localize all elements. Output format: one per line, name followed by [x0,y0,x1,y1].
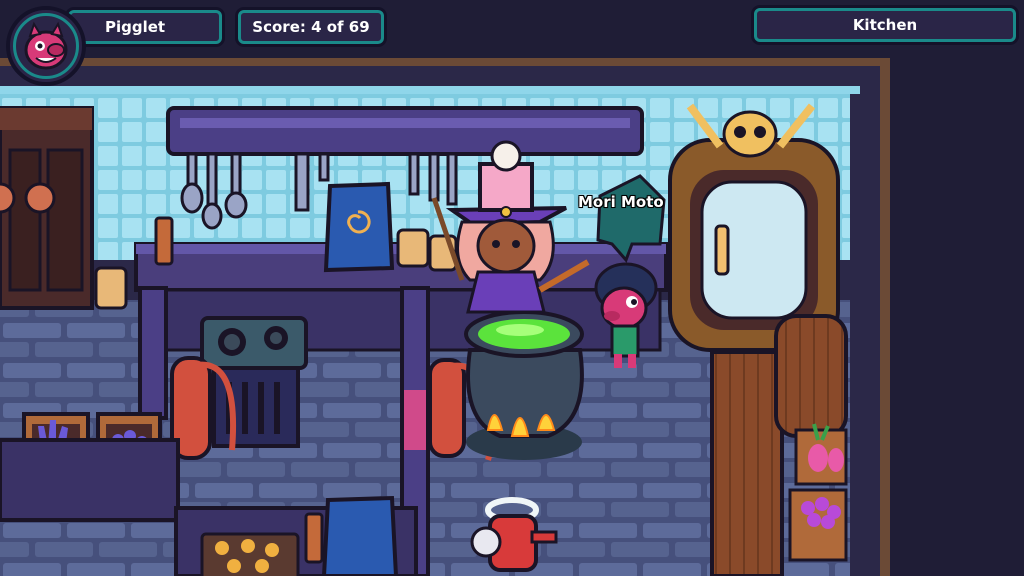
location-text: Kitchen [852,16,918,34]
jar [396,228,430,268]
bottle [154,216,174,266]
score-text: Score: 4 of 69 [252,18,370,36]
npc-nametag: Mori Moto [578,193,664,211]
wooden-counter [710,350,784,576]
player-avatar[interactable] [6,6,86,86]
pig-face-icon [24,21,68,70]
left-cabinet [0,106,94,310]
skull-mirror [668,103,840,352]
jar [94,266,128,310]
player-name-panel: Pigglet [68,10,222,44]
location-panel: Kitchen [754,8,1016,42]
stove [200,316,308,448]
player-name: Pigglet [105,18,166,36]
baking-tray [200,532,300,576]
swirl-sack [323,181,395,273]
blue-sack [321,495,399,576]
vegetable-crate [794,423,848,486]
kitchen-scene [0,0,1024,576]
bottle [304,512,324,564]
cauldron [464,310,584,460]
score-panel: Score: 4 of 69 [238,10,384,44]
berry-crate [788,488,848,562]
